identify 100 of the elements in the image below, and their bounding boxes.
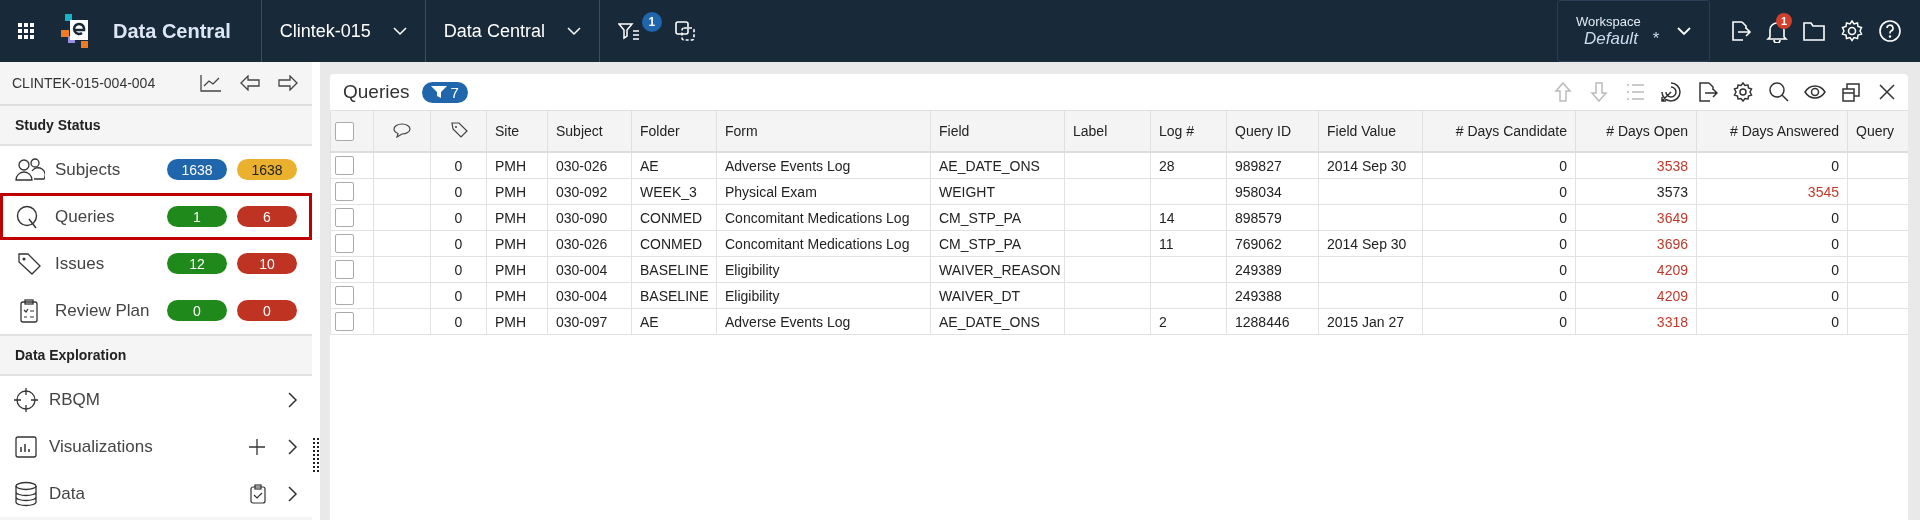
row-checkbox[interactable]: [335, 182, 354, 201]
table-cell: PMH: [495, 261, 527, 278]
table-cell: 249389: [1235, 261, 1282, 278]
row-checkbox[interactable]: [335, 208, 354, 227]
folder-icon[interactable]: [1802, 20, 1826, 42]
table-cell: 0: [1831, 157, 1839, 174]
row-checkbox[interactable]: [335, 260, 354, 279]
table-cell: CM_STP_PA: [939, 235, 1022, 252]
record-id: CLINTEK-015-004-004: [12, 75, 156, 91]
table-cell: 0: [1831, 235, 1839, 252]
table-cell: BASELINE: [640, 287, 709, 304]
column-header[interactable]: Form: [725, 123, 758, 139]
people-icon: [15, 157, 45, 182]
table-cell: 0: [1831, 209, 1839, 226]
table-cell: PMH: [495, 209, 527, 226]
table-cell: 0: [454, 287, 463, 304]
table-cell: 769062: [1235, 235, 1282, 252]
table-cell: CONMED: [640, 209, 703, 226]
table-cell: 0: [454, 235, 463, 252]
help-icon[interactable]: [1878, 19, 1902, 43]
table-cell: CM_STP_PA: [939, 209, 1022, 226]
status-item[interactable]: Subjects 1638 1638: [0, 146, 312, 193]
table-cell: 2015 Jan 27: [1327, 313, 1405, 330]
nav-item[interactable]: Visualizations: [0, 423, 312, 470]
count-badge: 1: [641, 12, 662, 32]
chevron-right-icon[interactable]: [288, 438, 298, 455]
chevron-right-icon[interactable]: [288, 391, 298, 408]
table-cell: 030-004: [556, 287, 608, 304]
table-cell: 0: [1559, 209, 1567, 226]
export-icon[interactable]: [1696, 81, 1718, 103]
dropdown[interactable]: Clintek-015: [261, 0, 425, 62]
table-cell: WEIGHT: [939, 183, 995, 200]
row-checkbox[interactable]: [335, 312, 354, 331]
table-cell: 3649: [1656, 209, 1688, 226]
column-header[interactable]: Folder: [640, 123, 680, 139]
table-cell: 2: [1159, 313, 1167, 330]
table-cell: 0: [1559, 313, 1567, 330]
table-cell: 0: [454, 313, 463, 330]
table-cell: 1288446: [1235, 313, 1290, 330]
filter-count-badge[interactable]: 7: [421, 81, 468, 103]
clipboard-check-icon[interactable]: [250, 483, 266, 504]
chevron-down-icon: [566, 26, 581, 36]
table-cell: 3318: [1656, 313, 1688, 330]
table-cell: 0: [454, 261, 463, 278]
right-arrow-icon[interactable]: [278, 75, 298, 91]
bar-chart-icon: [13, 433, 39, 460]
left-arrow-icon[interactable]: [240, 75, 260, 91]
count-badge: 0: [237, 300, 297, 321]
table-cell: 030-004: [556, 261, 608, 278]
tag-icon: [449, 121, 468, 138]
workspace-selector[interactable]: Workspace Default *: [1557, 0, 1710, 62]
table-cell: Adverse Events Log: [725, 313, 851, 330]
table-cell: 14: [1159, 209, 1175, 226]
table-cell: 249388: [1235, 287, 1282, 304]
resize-handle-icon[interactable]: [313, 438, 319, 474]
settings-icon[interactable]: [1732, 81, 1754, 103]
app-title: Data Central: [113, 19, 231, 43]
table-cell: 3545: [1807, 183, 1839, 200]
table-cell: 030-026: [556, 157, 608, 174]
status-item[interactable]: Review Plan 0 0: [0, 287, 312, 334]
plus-icon[interactable]: [248, 437, 266, 456]
copy-icon[interactable]: [673, 20, 696, 42]
column-header[interactable]: Field: [939, 123, 970, 139]
chevron-right-icon[interactable]: [288, 485, 298, 502]
row-checkbox[interactable]: [335, 234, 354, 253]
select-all-checkbox[interactable]: [335, 121, 354, 141]
status-item[interactable]: Issues 12 10: [0, 240, 312, 287]
row-checkbox[interactable]: [335, 286, 354, 305]
radar-icon[interactable]: [1660, 81, 1682, 103]
row-checkbox[interactable]: [335, 156, 354, 175]
table-cell: 030-026: [556, 235, 608, 252]
column-header[interactable]: Label: [1073, 123, 1108, 139]
count-badge: 0: [167, 300, 227, 321]
dropdown[interactable]: Data Central: [425, 0, 599, 62]
panel-title: Queries: [343, 81, 410, 103]
windows-icon[interactable]: [1840, 81, 1862, 103]
filter-list-icon[interactable]: [617, 22, 640, 40]
section-title: Study Status: [15, 117, 101, 133]
bell-icon[interactable]: [1766, 19, 1788, 43]
table-cell: Concomitant Medications Log: [725, 235, 910, 252]
table-cell: WEEK_3: [640, 183, 697, 200]
table-cell: 0: [1559, 183, 1567, 200]
column-header[interactable]: Log #: [1159, 123, 1195, 139]
table-cell: 11: [1159, 235, 1174, 252]
table-cell: 4209: [1656, 261, 1688, 278]
line-chart-icon[interactable]: [200, 74, 222, 92]
count-badge: 1: [167, 206, 227, 227]
status-item[interactable]: Queries 1 6: [0, 193, 312, 240]
table-cell: Concomitant Medications Log: [725, 209, 910, 226]
count-badge: 1638: [237, 159, 297, 180]
nav-item[interactable]: Data: [0, 470, 312, 517]
table-cell: CONMED: [640, 235, 703, 252]
nav-item[interactable]: RBQM: [0, 376, 312, 423]
table-cell: 030-092: [556, 183, 608, 200]
column-header[interactable]: Site: [495, 123, 520, 139]
search-icon[interactable]: [1768, 81, 1790, 103]
table-cell: AE_DATE_ONS: [939, 157, 1040, 174]
table-cell: AE_DATE_ONS: [939, 313, 1040, 330]
table-cell: PMH: [495, 157, 527, 174]
apps-grid-icon[interactable]: [17, 22, 35, 40]
